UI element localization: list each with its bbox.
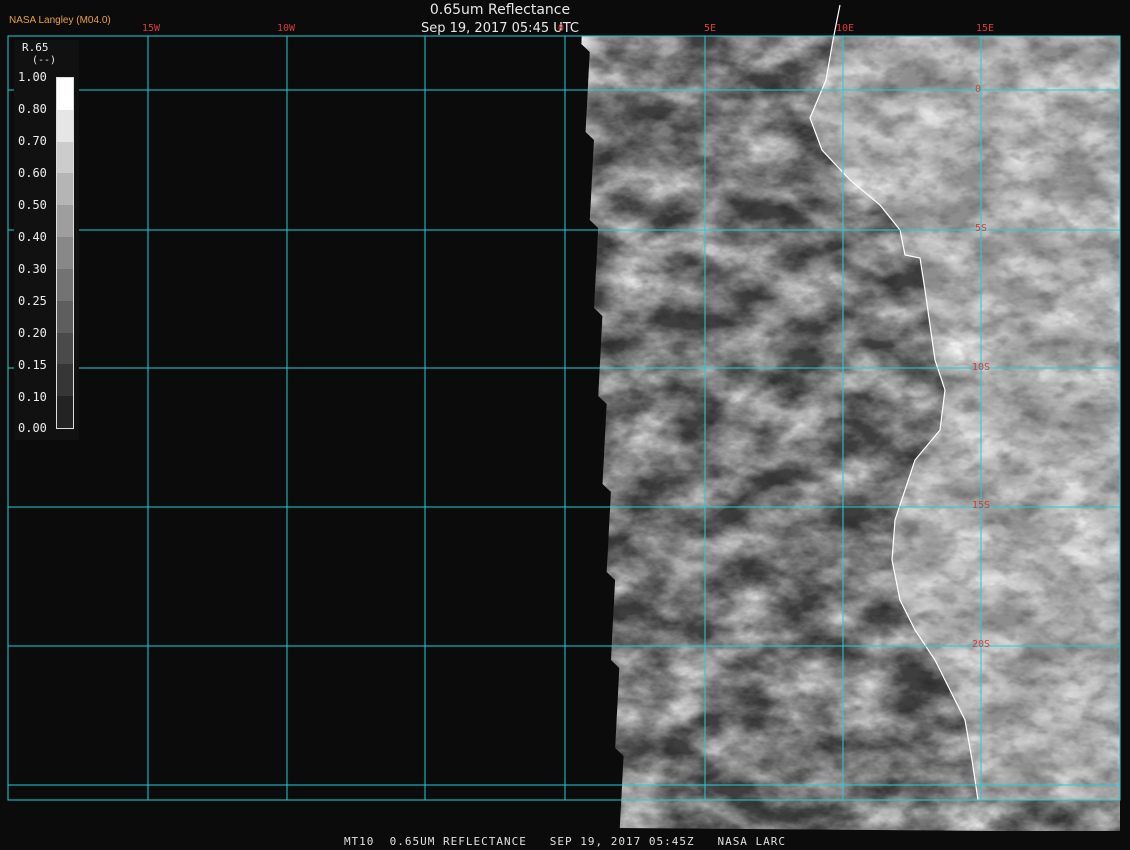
legend-tick: 0.40 — [18, 230, 47, 244]
legend-swatch — [57, 237, 73, 270]
legend-tick: 0.25 — [18, 294, 47, 308]
lat-label-10s: 10S — [972, 362, 991, 373]
legend-units: (--) — [32, 55, 57, 66]
legend-tick: 0.30 — [18, 262, 47, 276]
footer-caption: MT10 0.65UM REFLECTANCE SEP 19, 2017 05:… — [343, 835, 787, 848]
lon-label-0: 0 — [558, 23, 565, 34]
reflectance-image — [7, 4, 1121, 831]
legend-swatch — [57, 396, 73, 429]
lat-label-0: 0 — [975, 84, 982, 95]
legend-tick: 1.00 — [18, 70, 47, 84]
lat-label-5s: 5S — [975, 223, 988, 234]
legend-tick: 0.10 — [18, 390, 47, 404]
legend-swatch — [57, 205, 73, 238]
legend-tick: 0.15 — [18, 358, 47, 372]
legend-title: R.65 — [22, 41, 49, 54]
legend-tick: 0.00 — [18, 421, 47, 435]
legend-swatch — [57, 364, 73, 397]
lon-label-15e: 15E — [976, 23, 995, 34]
legend-tick: 0.70 — [18, 134, 47, 148]
lon-label-15w: 15W — [142, 23, 161, 34]
legend-color-bar — [56, 77, 74, 429]
satellite-map: NASA Langley (M04.0) 0.65um Reflectance … — [0, 0, 1130, 850]
legend-swatch — [57, 300, 73, 334]
legend-swatch — [57, 78, 73, 111]
image-title: 0.65um Reflectance — [429, 2, 571, 18]
legend-swatch — [57, 332, 73, 365]
legend-tick: 0.60 — [18, 166, 47, 180]
lat-label-20s: 20S — [972, 639, 991, 650]
legend-swatch — [57, 173, 73, 206]
legend-tick: 0.80 — [18, 102, 47, 116]
lon-label-10w: 10W — [277, 23, 296, 34]
lat-label-15s: 15S — [972, 500, 991, 511]
legend-tick: 0.20 — [18, 326, 47, 340]
lon-label-5e: 5E — [704, 23, 717, 34]
legend-tick: 0.50 — [18, 198, 47, 212]
legend-swatch — [57, 268, 73, 302]
lon-label-10e: 10E — [836, 23, 855, 34]
legend-swatch — [57, 109, 73, 143]
legend-swatch — [57, 141, 73, 174]
